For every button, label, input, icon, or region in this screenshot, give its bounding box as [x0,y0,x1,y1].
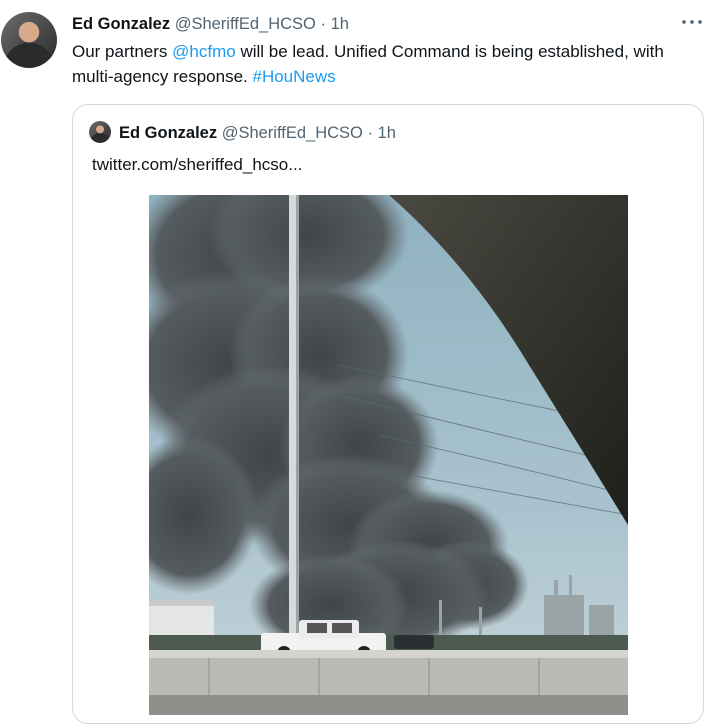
hashtag-link[interactable]: #HouNews [252,67,335,86]
quoted-author-avatar [89,121,111,143]
more-horizontal-icon [682,20,702,24]
tweet-header: Ed Gonzalez @SheriffEd_HCSO · 1h [72,13,349,35]
smoke-photo[interactable] [149,195,628,715]
quoted-author-handle: @SheriffEd_HCSO [221,124,363,142]
tweet[interactable]: Ed Gonzalez @SheriffEd_HCSO · 1h Our par… [0,0,715,724]
smoke-photo-image [149,195,628,715]
quoted-tweet-link-text[interactable]: twitter.com/sheriffed_hcso... [92,153,302,177]
tweet-text: Our partners @hcfmo will be lead. Unifie… [72,42,664,86]
quoted-author-name: Ed Gonzalez [119,124,218,142]
quoted-tweet[interactable]: Ed Gonzalez @SheriffEd_HCSO · 1h twitter… [72,104,704,724]
author-name[interactable]: Ed Gonzalez [72,15,170,33]
author-avatar[interactable] [1,12,57,68]
more-options-button[interactable] [679,12,705,32]
mention-link[interactable]: @hcfmo [172,42,236,61]
quoted-tweet-time: 1h [377,124,396,142]
quoted-tweet-header: Ed Gonzalez @SheriffEd_HCSO · 1h [119,122,396,144]
author-handle[interactable]: @SheriffEd_HCSO [175,15,316,33]
tweet-time[interactable]: 1h [331,15,349,33]
quoted-separator-dot: · [367,124,373,142]
separator-dot: · [320,15,326,33]
